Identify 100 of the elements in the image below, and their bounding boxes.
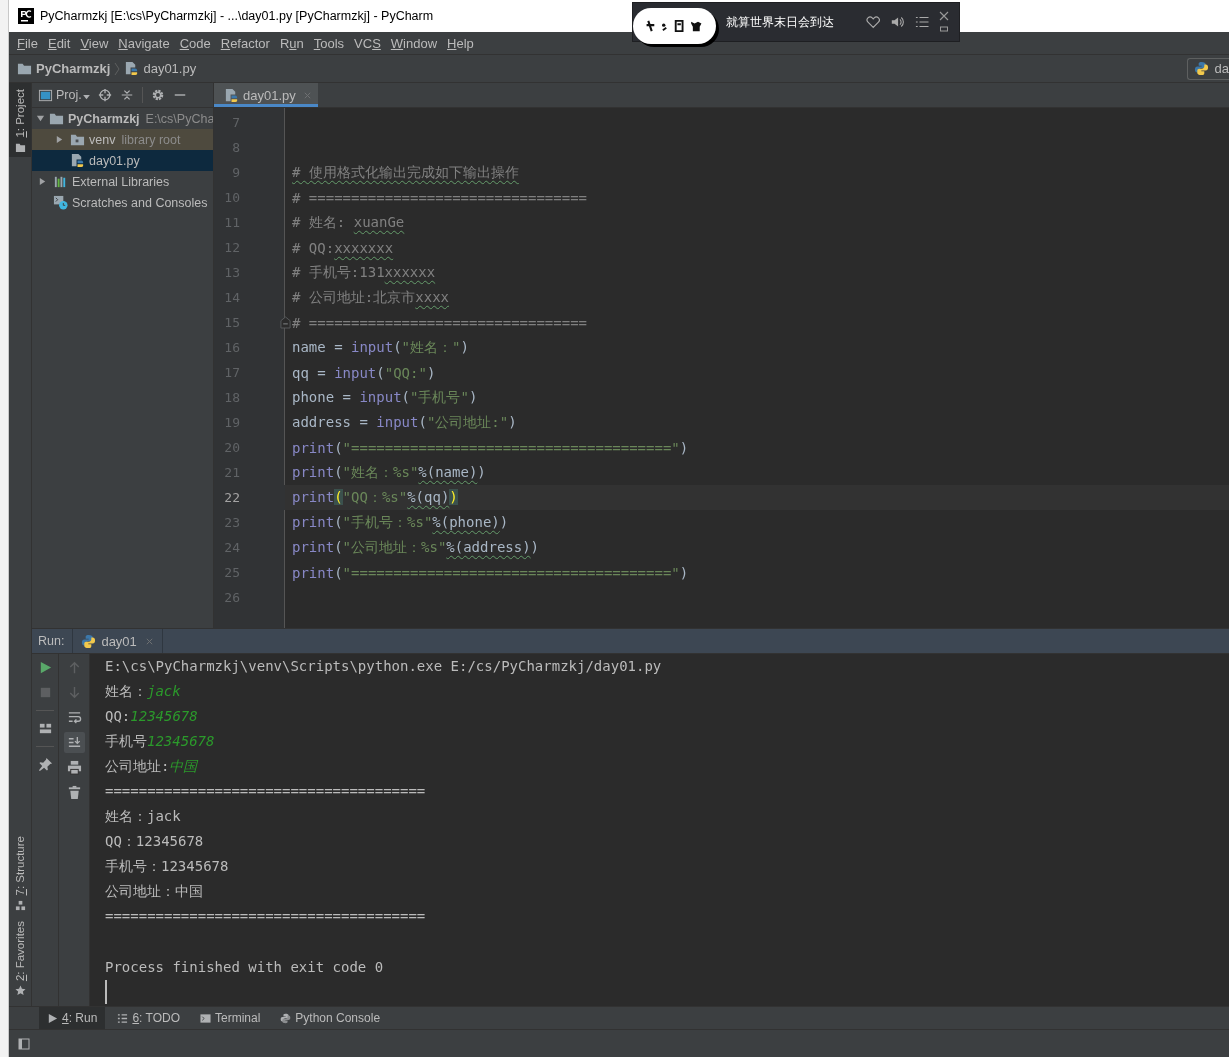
- code-line: print("======================================"): [292, 564, 689, 581]
- python-file-icon: [224, 87, 239, 103]
- folder-icon: [14, 141, 26, 153]
- console-line: 手机号：12345678: [105, 857, 229, 876]
- console-line: ======================================: [105, 907, 426, 926]
- folder-icon: [17, 61, 32, 76]
- menu-item[interactable]: VCS: [350, 35, 385, 51]
- python-file-icon: [70, 153, 85, 168]
- code-line: address = input("公司地址:"): [292, 413, 517, 432]
- line-number: 22: [223, 490, 240, 505]
- song-title: 就算世界末日会到达: [725, 13, 834, 31]
- tree-item[interactable]: day01.py: [32, 150, 213, 171]
- collapse-icon[interactable]: [119, 88, 134, 102]
- menu-item[interactable]: File: [13, 35, 42, 51]
- expand-arrow-icon[interactable]: [55, 135, 64, 144]
- console-line: ======================================: [105, 782, 426, 801]
- console-line: 姓名：jack: [105, 682, 181, 701]
- scratches-icon: [53, 195, 68, 210]
- volume-icon[interactable]: [890, 14, 905, 30]
- pin-icon[interactable]: [37, 757, 53, 772]
- menu-item[interactable]: Tools: [309, 35, 349, 51]
- code-line: # QQ:xxxxxxx: [292, 239, 394, 256]
- menu-item[interactable]: Run: [275, 35, 308, 51]
- code-line: # 手机号:131xxxxxx: [292, 263, 436, 282]
- code-line: print("手机号：%s"%(phone)): [292, 513, 509, 532]
- star-icon: [14, 985, 26, 996]
- menu-item[interactable]: View: [76, 35, 113, 51]
- tree-item[interactable]: Scratches and Consoles: [32, 192, 213, 213]
- code-line: print("QQ：%s"%(qq)): [292, 488, 458, 507]
- tool-windows-icon[interactable]: [18, 1037, 30, 1050]
- pycharm-logo-icon: [18, 8, 34, 24]
- code-line: # =================================: [292, 189, 587, 206]
- code-line: print("======================================"): [292, 439, 689, 456]
- tool-window-tab[interactable]: Terminal: [191, 1007, 269, 1029]
- tool-window-tab[interactable]: 6: TODO: [109, 1007, 188, 1029]
- code-line: name = input("姓名："): [292, 338, 469, 357]
- playlist-icon[interactable]: [914, 14, 929, 30]
- code-line: phone = input("手机号"): [292, 388, 478, 407]
- settings-icon[interactable]: [150, 88, 165, 102]
- console-line: QQ:12345678: [105, 707, 198, 726]
- play-icon: [47, 1012, 58, 1024]
- heart-icon[interactable]: [865, 14, 881, 30]
- locate-icon[interactable]: [97, 88, 112, 102]
- layout-icon[interactable]: [37, 721, 53, 736]
- tool-window-tab[interactable]: Python Console: [272, 1007, 389, 1029]
- project-tool-tab[interactable]: 1: Project: [9, 83, 31, 157]
- library-root-hint: library root: [121, 132, 181, 147]
- console-line: QQ：12345678: [105, 832, 204, 851]
- python-icon: [280, 1012, 292, 1024]
- menu-item[interactable]: Help: [443, 35, 478, 51]
- code-line: qq = input("QQ:"): [292, 364, 436, 381]
- python-icon: [1193, 61, 1209, 76]
- chevron-icon: [114, 60, 121, 77]
- breadcrumb-item[interactable]: day01.py: [143, 61, 197, 76]
- list-icon: [117, 1012, 129, 1024]
- close-icon[interactable]: [939, 10, 949, 21]
- console-line: 公司地址:中国: [105, 757, 198, 776]
- menu-item[interactable]: Navigate: [114, 35, 174, 51]
- tool-window-tab[interactable]: 2: Favorites: [9, 914, 31, 1000]
- python-icon: [81, 633, 97, 649]
- window-icon: [38, 87, 53, 103]
- expand-arrow-icon[interactable]: [38, 177, 47, 186]
- print-icon[interactable]: [66, 760, 82, 775]
- soft-wrap-icon[interactable]: [66, 710, 82, 725]
- console-line: Process finished with exit code 0: [105, 958, 384, 977]
- editor-tab[interactable]: day01.py: [214, 83, 318, 107]
- menu-item[interactable]: Window: [386, 35, 442, 51]
- logo-icon: [633, 8, 716, 44]
- console-line: 公司地址：中国: [105, 882, 203, 901]
- fold-marker-icon[interactable]: [280, 316, 291, 329]
- code-line: # =================================: [292, 314, 587, 331]
- tool-window-tab[interactable]: 4: Run: [39, 1007, 106, 1029]
- code-line: # 使用格式化输出完成如下输出操作: [292, 163, 519, 182]
- tree-item[interactable]: External Libraries: [32, 171, 213, 192]
- trash-icon[interactable]: [66, 785, 82, 800]
- code-line: print("公司地址：%s"%(address)): [292, 538, 540, 557]
- code-line: # 公司地址:北京市xxxx: [292, 288, 449, 307]
- folder-icon: [70, 132, 85, 147]
- window-title: PyCharmzkj [E:\cs\PyCharmzkj] - ...\day01.py [PyCharmzkj] - PyCharm: [40, 9, 434, 23]
- tree-item[interactable]: venv library root: [32, 129, 213, 150]
- expand-arrow-icon[interactable]: [36, 114, 45, 123]
- tool-window-tab[interactable]: 7: Structure: [9, 830, 31, 915]
- run-label: Run:: [37, 634, 66, 648]
- folder-icon: [49, 111, 64, 126]
- code-line: print("姓名：%s"%(name)): [292, 463, 486, 482]
- breadcrumb-item[interactable]: PyCharmzkj: [36, 61, 111, 76]
- run-tab[interactable]: day01: [72, 629, 163, 653]
- view-selector[interactable]: Proj.: [38, 87, 90, 103]
- code-line: # 姓名: xuanGe: [292, 213, 405, 232]
- scroll-to-end-icon[interactable]: [63, 732, 85, 753]
- minimize-icon[interactable]: [939, 23, 949, 34]
- menu-item[interactable]: Edit: [43, 35, 75, 51]
- structure-icon: [14, 899, 26, 911]
- menu-item[interactable]: Code: [175, 35, 215, 51]
- python-file-icon: [124, 61, 140, 76]
- console-line: 手机号12345678: [105, 732, 215, 751]
- menu-item[interactable]: Refactor: [216, 35, 274, 51]
- terminal-icon: [199, 1012, 211, 1024]
- console-line: E:\cs\PyCharmzkj\venv\Scripts\python.exe E:/cs/PyCharmzkj/day01.py: [105, 657, 662, 676]
- run-configuration-button[interactable]: da: [1186, 57, 1229, 80]
